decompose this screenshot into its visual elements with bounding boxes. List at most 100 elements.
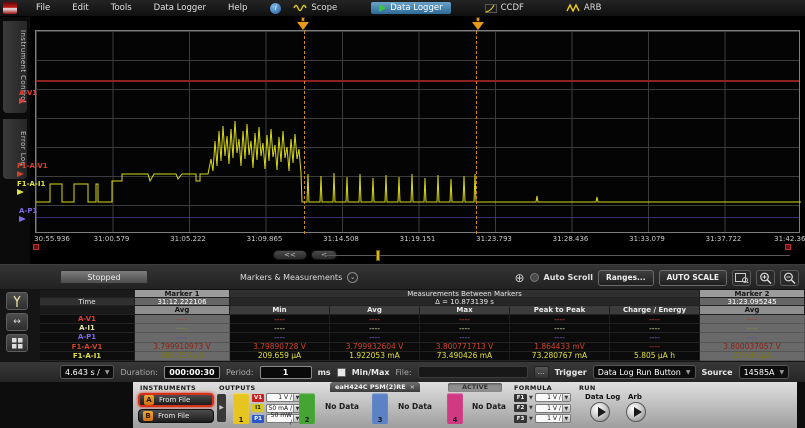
tab-arb-label: ARB <box>584 3 602 13</box>
scroll-thumb[interactable] <box>376 250 380 261</box>
tab-data-logger[interactable]: Data Logger <box>371 2 450 14</box>
col-header-peak-to-peak: Peak to Peak <box>510 306 610 315</box>
instrument-b-button[interactable]: B From File <box>138 409 214 423</box>
menu-data-logger[interactable]: Data Logger <box>145 3 215 13</box>
auto-scale-button[interactable]: AUTO SCALE <box>659 270 727 286</box>
minmax-checkbox[interactable] <box>337 368 346 377</box>
arb-run-label: Arb <box>628 393 642 401</box>
cell-min: ---- <box>230 333 330 342</box>
cell-max: ---- <box>420 333 510 342</box>
chevron-down-icon[interactable]: ▼ <box>529 395 533 401</box>
instrument-a-button[interactable]: A From File <box>138 393 214 407</box>
cell-m2: ---- <box>700 324 805 333</box>
f1-scale-dropdown[interactable]: 1 V /▼ <box>535 393 571 402</box>
channel-4-no-data: No Data <box>472 402 506 411</box>
ranges-button[interactable]: Ranges... <box>598 270 654 286</box>
zoom-window-button[interactable] <box>732 270 751 286</box>
trace-label-f1-a-v1[interactable]: F1-A-V1 <box>17 163 48 177</box>
instrument-b-icon: B <box>143 411 153 421</box>
chevron-down-icon: ▼ <box>562 415 570 422</box>
marker1-header[interactable]: Marker 1 <box>135 290 230 298</box>
browse-button[interactable]: ... <box>534 366 549 379</box>
marker-tool-button[interactable] <box>6 292 28 310</box>
period-label: Period: <box>226 368 254 377</box>
menu-file[interactable]: File <box>27 3 59 13</box>
channel-2-bar[interactable]: 2 <box>299 393 315 424</box>
cell-charge: ---- <box>610 343 700 352</box>
chevron-down-icon[interactable]: ⌄ <box>347 272 358 283</box>
arb-run-button[interactable] <box>626 402 646 422</box>
cell-avg: 1.922053 mA <box>330 352 420 361</box>
data-file-tab[interactable]: eaH424C PSM(2)RE × <box>330 382 420 392</box>
stopped-button[interactable]: Stopped <box>60 270 148 284</box>
trace-arrow-icon <box>19 216 26 222</box>
marker2-handle[interactable] <box>472 17 484 30</box>
instrument-a-icon: A <box>144 395 154 405</box>
trigger-dropdown[interactable]: Data Log Run Button▼ <box>593 365 696 379</box>
outputs-header: OUTPUTS <box>219 384 256 392</box>
zoom-in-button[interactable] <box>756 270 775 286</box>
tab-ccdf-label: CCDF <box>501 3 524 13</box>
channel-2-no-data: No Data <box>325 402 359 411</box>
f2-scale-dropdown[interactable]: 1 V /▼ <box>535 404 571 413</box>
grid-view-button[interactable] <box>6 334 28 352</box>
trace-arrow-icon <box>19 98 26 104</box>
menu-tools[interactable]: Tools <box>102 3 141 13</box>
channel-1-bar[interactable]: 1 <box>233 393 249 424</box>
active-tab[interactable]: ACTIVE <box>448 383 502 392</box>
bottom-panel: INSTRUMENTS OUTPUTS eaH424C PSM(2)RE × A… <box>0 382 805 428</box>
chevron-down-icon[interactable]: ▼ <box>529 405 533 411</box>
tab-arb[interactable]: ARB <box>558 2 610 14</box>
marker2-header[interactable]: Marker 2 <box>700 290 805 298</box>
cell-m1: ---- <box>135 324 230 333</box>
auto-scroll-toggle[interactable] <box>530 273 539 282</box>
trace-arrow-icon <box>17 171 24 177</box>
source-dropdown[interactable]: 14585A▼ <box>739 365 790 379</box>
f3-chip: F3 <box>514 415 527 423</box>
scroll-track[interactable] <box>322 255 790 256</box>
menu-edit[interactable]: Edit <box>63 3 97 13</box>
data-log-run-button[interactable] <box>590 402 610 422</box>
instrument-b-label: From File <box>158 412 189 420</box>
x-tick: 31:05.222 <box>170 235 206 243</box>
measure-arrows-button[interactable]: ↔ <box>6 313 28 331</box>
timebase-dropdown[interactable]: 4.643 s /▼ <box>60 365 114 379</box>
p1-scale-dropdown[interactable]: 50 mW /▼ <box>266 414 302 423</box>
chevron-down-icon[interactable]: ▼ <box>529 416 533 422</box>
tab-ccdf[interactable]: CCDF <box>477 2 532 14</box>
scroll-page-left-button[interactable]: << <box>273 250 307 260</box>
trace-label-a-v1[interactable]: A-V1 <box>19 90 37 104</box>
v1-scale-value: 1 V / <box>267 394 293 401</box>
instruments-expander[interactable]: ▶ <box>217 394 226 422</box>
ccdf-curve-icon <box>485 4 497 13</box>
zoom-out-button[interactable] <box>780 270 799 286</box>
f3-scale-dropdown[interactable]: 1 V /▼ <box>535 414 571 423</box>
marker2-time: 31:23.095245 <box>700 298 805 306</box>
tab-scope[interactable]: Scope <box>285 2 345 14</box>
v1-scale-dropdown[interactable]: 1 V /▼ <box>266 393 302 402</box>
trace-label-a-p1[interactable]: A-P1 <box>19 208 37 222</box>
menu-help[interactable]: Help <box>219 3 256 13</box>
marker2-line[interactable] <box>476 31 477 234</box>
channel-4-bar[interactable]: 4 <box>447 393 463 424</box>
trace-arrow-icon <box>17 189 24 195</box>
info-icon[interactable]: i <box>270 3 281 14</box>
row-label: F1-A-I1 <box>40 352 135 361</box>
formula-f3-row: F3▼ 1 V /▼ <box>514 414 571 423</box>
duration-field[interactable]: 000:00:30 <box>164 366 220 379</box>
channel-number: 2 <box>305 416 310 424</box>
i1-chip: I1 <box>252 404 264 412</box>
pan-icon[interactable]: ⊕ <box>514 272 524 284</box>
period-field[interactable]: 1 <box>260 366 312 379</box>
channel-3-bar[interactable]: 3 <box>372 393 388 424</box>
zoom-in-icon <box>759 272 772 284</box>
marker1-handle[interactable] <box>297 17 309 30</box>
close-icon[interactable]: × <box>410 383 415 391</box>
data-file-tab-label: eaH424C PSM(2)RE <box>335 383 406 391</box>
channel-1-voltage-row: V1 1 V /▼ <box>252 393 302 402</box>
marker1-line[interactable] <box>304 31 305 234</box>
file-field[interactable] <box>418 366 528 378</box>
trace-label-f1-a-i1[interactable]: F1-A-I1 <box>17 181 45 195</box>
col-header-charge-energy: Charge / Energy <box>610 306 700 315</box>
waveform-plot[interactable] <box>35 30 800 233</box>
